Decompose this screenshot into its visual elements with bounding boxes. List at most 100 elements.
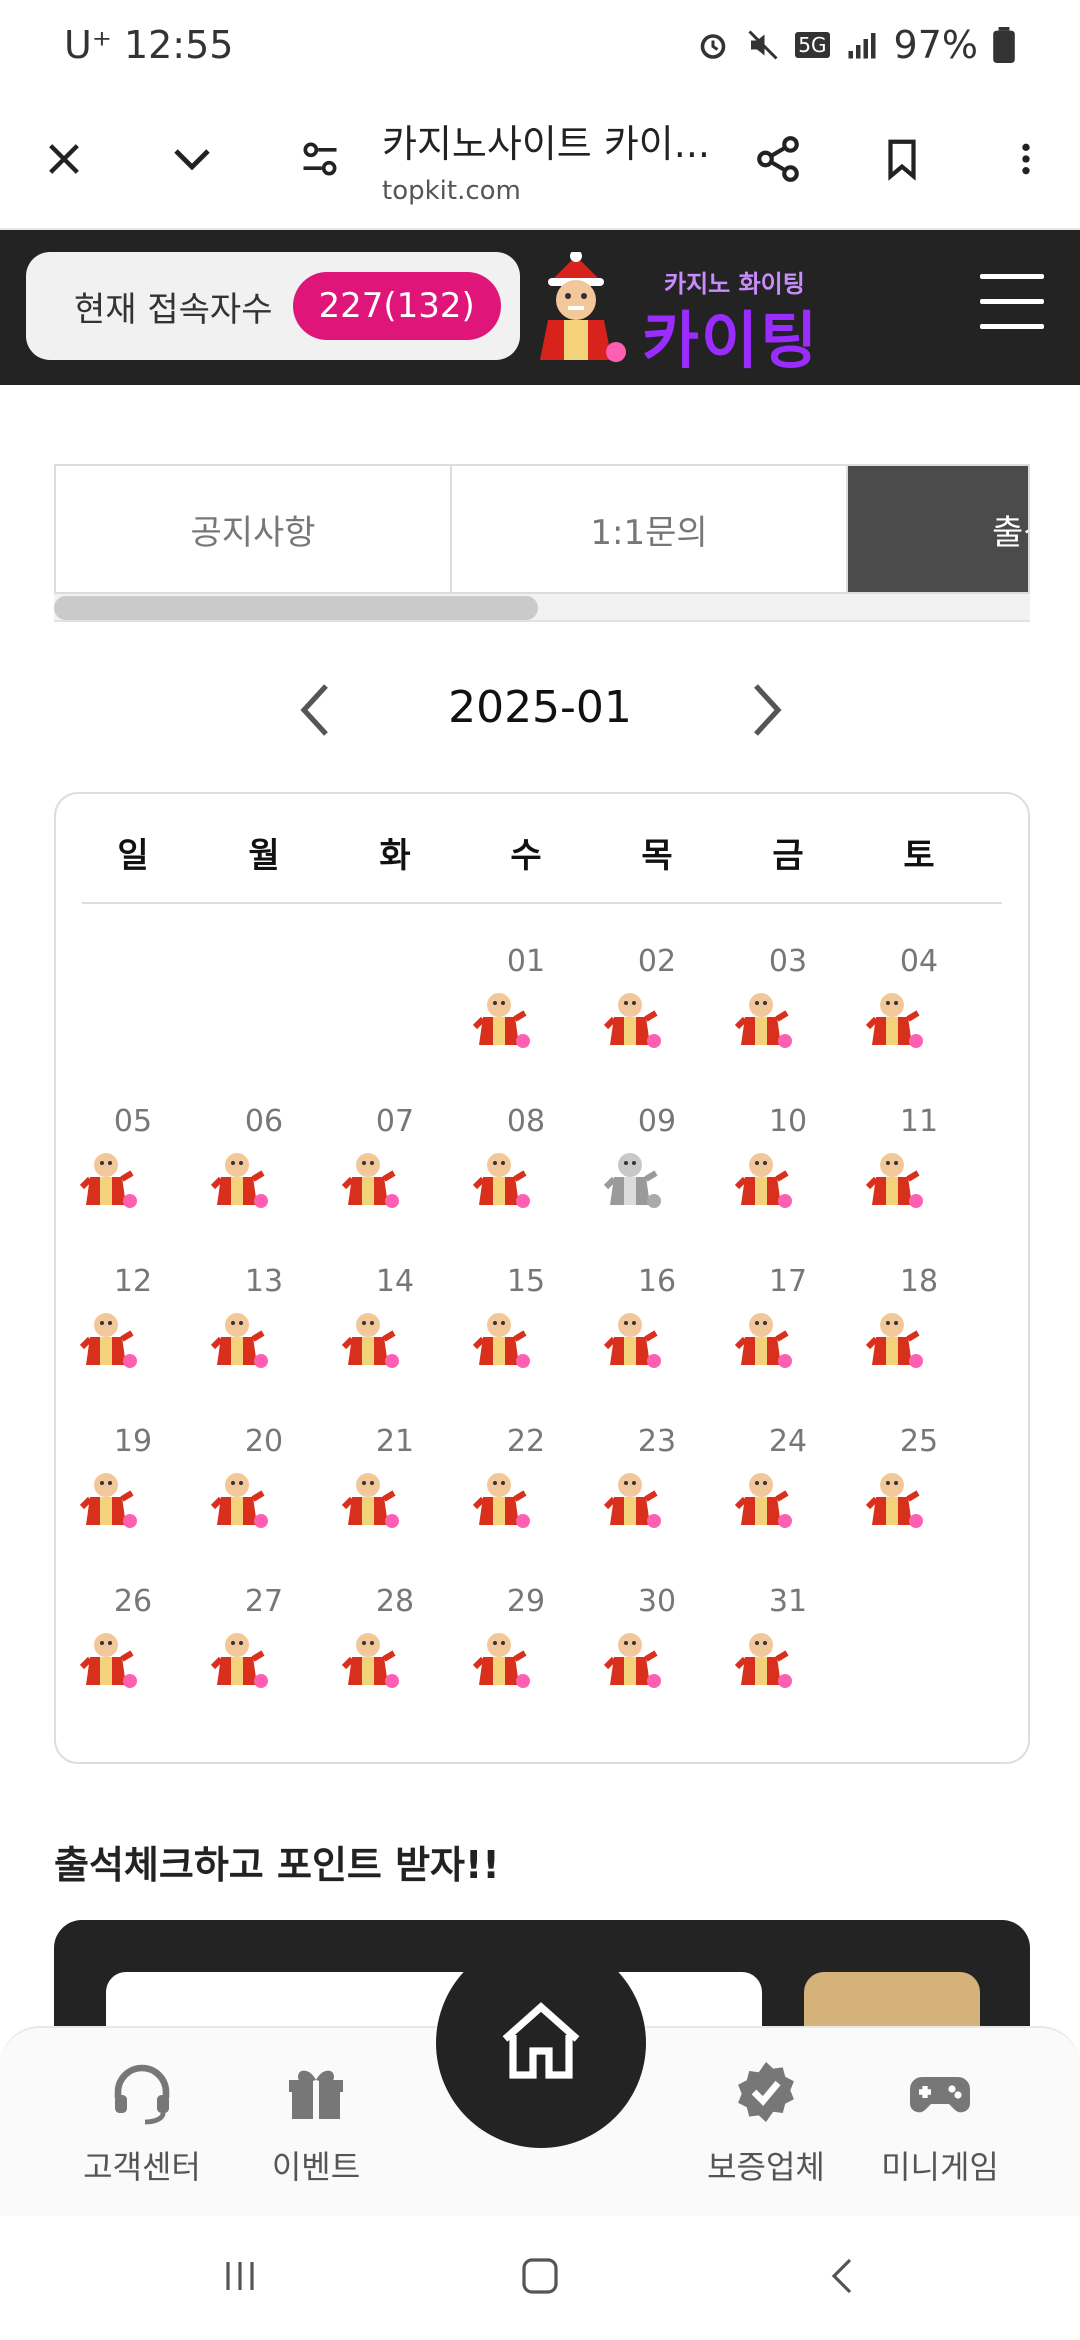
attended-mascot-icon [210,1633,268,1688]
calendar-day[interactable]: 03 [733,944,843,1084]
attended-mascot-icon [79,1313,137,1368]
nav-support-label: 고객센터 [83,2148,201,2186]
tab-notice[interactable]: 공지사항 [56,466,452,592]
day-number: 09 [637,1104,677,1139]
visitor-count-badge: 227(132) [292,272,501,340]
site-logo[interactable]: 카지노 화이팅 카이팅 [516,252,836,377]
calendar-day[interactable]: 08 [471,1104,581,1244]
system-home-button[interactable] [500,2246,580,2306]
back-button[interactable] [804,2246,884,2306]
calendar-day[interactable]: 12 [78,1264,188,1404]
day-number: 01 [506,944,546,979]
site-settings-button[interactable] [270,109,370,209]
calendar-day[interactable]: 28 [340,1584,450,1724]
attended-mascot-icon [865,1153,923,1208]
bookmark-button[interactable] [852,109,952,209]
calendar-day[interactable]: 16 [602,1264,712,1404]
nav-minigame[interactable]: 미니게임 [850,2056,1030,2188]
day-number: 18 [899,1264,939,1299]
close-tab-button[interactable] [14,109,114,209]
current-month: 2025-01 [448,682,632,733]
home-button[interactable] [436,1938,646,2148]
calendar-day[interactable]: 13 [209,1264,319,1404]
calendar-day[interactable]: 09 [602,1104,712,1244]
day-number: 14 [375,1264,415,1299]
nav-verified-label: 보증업체 [707,2148,825,2186]
weekday-label: 월 [248,836,280,876]
day-number: 19 [113,1424,153,1459]
day-number: 03 [768,944,808,979]
calendar-day[interactable]: 31 [733,1584,843,1724]
logo-title: 카이팅 [642,304,820,377]
home-icon [502,2002,580,2079]
site-header: 현재 접속자수 227(132) 카지노 화이팅 카이팅 [0,230,1080,385]
board-tabs: 공지사항 1:1문의 출석 [54,464,1030,594]
calendar-day[interactable]: 26 [78,1584,188,1724]
attended-mascot-icon [865,1313,923,1368]
calendar-day[interactable]: 10 [733,1104,843,1244]
calendar-day[interactable]: 06 [209,1104,319,1244]
calendar-day[interactable]: 23 [602,1424,712,1564]
gamepad-icon [910,2077,970,2113]
day-number: 10 [768,1104,808,1139]
scrollbar-thumb[interactable] [54,596,538,620]
calendar-day[interactable]: 18 [864,1264,974,1404]
more-options-button[interactable] [976,109,1076,209]
share-icon [757,136,799,182]
calendar-day[interactable]: 01 [471,944,581,1084]
calendar-day[interactable]: 29 [471,1584,581,1724]
day-number: 25 [899,1424,939,1459]
gift-icon [289,2070,343,2119]
attended-mascot-icon [734,1633,792,1688]
calendar-day[interactable]: 19 [78,1424,188,1564]
minimize-button[interactable] [142,109,242,209]
calendar-day[interactable]: 02 [602,944,712,1084]
calendar-day[interactable]: 30 [602,1584,712,1724]
calendar-day[interactable]: 15 [471,1264,581,1404]
nav-support[interactable]: 고객센터 [52,2056,232,2188]
alarm-icon [700,34,726,59]
attended-mascot-icon [341,1633,399,1688]
page-title-area[interactable]: 카지노사이트 카이... topkit.com [370,113,728,206]
browser-toolbar: 카지노사이트 카이... topkit.com [0,90,1080,230]
tab-inquiry[interactable]: 1:1문의 [452,466,848,592]
status-time: U⁺ 12:55 [64,23,234,67]
attended-mascot-icon [865,993,923,1048]
share-button[interactable] [728,109,828,209]
recent-apps-button[interactable] [200,2246,280,2306]
next-month-button[interactable] [726,670,806,750]
nav-verified[interactable]: 보증업체 [676,2056,856,2188]
attended-mascot-icon [865,1473,923,1528]
tune-icon [303,142,337,176]
attended-mascot-icon [603,1473,661,1528]
nav-event[interactable]: 이벤트 [226,2056,406,2188]
battery-icon [993,27,1015,63]
weekday-label: 토 [903,836,935,876]
month-navigation: 2025-01 [0,670,1080,750]
status-icons: 5G 97% [695,23,1016,67]
menu-button[interactable] [980,274,1044,330]
calendar-day[interactable]: 20 [209,1424,319,1564]
attended-mascot-icon [472,1473,530,1528]
network-type: 5G [795,32,830,58]
calendar-day[interactable]: 21 [340,1424,450,1564]
calendar-day[interactable]: 17 [733,1264,843,1404]
day-number: 13 [244,1264,284,1299]
day-number: 06 [244,1104,284,1139]
menu-line [980,299,1044,304]
calendar-day[interactable]: 22 [471,1424,581,1564]
tabs-scrollbar[interactable] [54,594,1030,622]
attended-mascot-icon [472,1633,530,1688]
calendar-day[interactable]: 25 [864,1424,974,1564]
calendar-day[interactable]: 07 [340,1104,450,1244]
calendar-day[interactable]: 11 [864,1104,974,1244]
calendar-day[interactable]: 05 [78,1104,188,1244]
calendar-day[interactable]: 14 [340,1264,450,1404]
calendar-day[interactable]: 27 [209,1584,319,1724]
tab-attendance[interactable]: 출석 [848,466,1028,592]
headset-icon [114,2064,170,2125]
calendar-day[interactable]: 04 [864,944,974,1084]
day-number: 02 [637,944,677,979]
day-number: 29 [506,1584,546,1619]
calendar-day[interactable]: 24 [733,1424,843,1564]
